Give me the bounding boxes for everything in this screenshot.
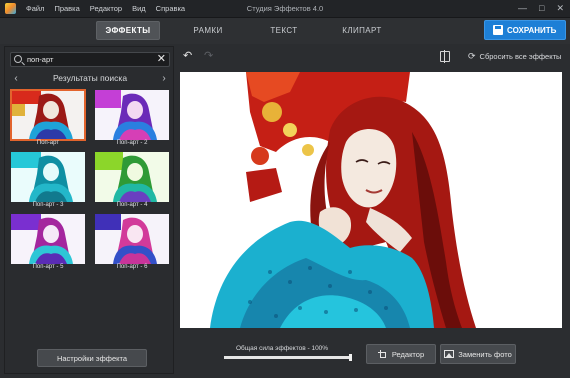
effect-thumbnail[interactable]: Поп-арт - 2	[95, 90, 169, 148]
reset-effects-label: Сбросить все эффекты	[479, 52, 562, 61]
effect-preview-image	[11, 214, 85, 264]
effect-thumbnail[interactable]: Поп-арт	[10, 89, 86, 148]
replace-photo-button[interactable]: Заменить фото	[440, 344, 516, 364]
crop-icon	[377, 349, 387, 359]
editor-button[interactable]: Редактор	[366, 344, 436, 364]
menu-edit[interactable]: Правка	[54, 4, 79, 13]
search-icon	[14, 55, 22, 63]
effect-preview-image	[10, 89, 86, 141]
effect-label: Поп-арт - 6	[116, 264, 148, 270]
clear-search-icon[interactable]: ✕	[157, 52, 166, 66]
window-controls: — □ ✕	[518, 3, 564, 14]
effect-thumbnail[interactable]: Поп-арт - 4	[95, 152, 169, 210]
tab-frames[interactable]: РАМКИ	[180, 21, 236, 40]
editor-button-label: Редактор	[391, 349, 425, 359]
bottom-bar: Общая сила эффектов - 100% Редактор Заме…	[180, 332, 566, 374]
menu-file[interactable]: Файл	[26, 4, 44, 13]
search-input[interactable]	[27, 53, 153, 66]
effect-thumbnail[interactable]: Поп-арт - 3	[11, 152, 85, 210]
edited-photo	[180, 72, 562, 328]
menu-help[interactable]: Справка	[156, 4, 185, 13]
search-box: ✕	[10, 52, 170, 67]
effect-preview-image	[95, 152, 169, 202]
close-icon[interactable]: ✕	[556, 3, 564, 14]
effect-settings-button[interactable]: Настройки эффекта	[37, 349, 147, 367]
menu-view[interactable]: Вид	[132, 4, 146, 13]
title-bar: Файл Правка Редактор Вид Справка Студия …	[0, 0, 570, 18]
effect-preview-image	[95, 214, 169, 264]
redo-icon[interactable]: ↷	[204, 50, 213, 62]
results-header: ‹ Результаты поиска ›	[10, 71, 170, 85]
save-button[interactable]: СОХРАНИТЬ	[484, 20, 566, 40]
slider-handle[interactable]	[349, 354, 352, 361]
replace-photo-label: Заменить фото	[458, 349, 512, 359]
app-logo-icon	[5, 3, 16, 14]
chevron-left-icon[interactable]: ‹	[10, 73, 22, 84]
results-title: Результаты поиска	[52, 73, 128, 83]
maximize-icon[interactable]: □	[539, 3, 544, 14]
effect-label: Поп-арт - 4	[116, 202, 148, 208]
effect-thumbnail[interactable]: Поп-арт - 5	[11, 214, 85, 272]
reset-effects-button[interactable]: ⟳ Сбросить все эффекты	[468, 51, 561, 62]
effect-strength-slider[interactable]	[224, 354, 352, 361]
menu-editor[interactable]: Редактор	[90, 4, 122, 13]
effect-label: Поп-арт	[36, 140, 60, 146]
slider-fill	[224, 356, 352, 359]
effects-panel: ✕ ‹ Результаты поиска › Поп-арт	[4, 46, 174, 374]
image-icon	[444, 350, 455, 358]
effect-label: Поп-арт - 3	[32, 202, 64, 208]
save-button-label: СОХРАНИТЬ	[507, 25, 557, 35]
minimize-icon[interactable]: —	[518, 3, 527, 14]
undo-icon[interactable]: ↶	[183, 50, 192, 62]
photo-canvas[interactable]	[180, 72, 562, 328]
refresh-icon: ⟳	[468, 51, 476, 61]
effect-preview-image	[95, 90, 169, 140]
effect-label: Поп-арт - 2	[116, 140, 148, 146]
tab-text[interactable]: ТЕКСТ	[256, 21, 312, 40]
effect-label: Поп-арт - 5	[32, 264, 64, 270]
effect-strength-label: Общая сила эффектов - 100%	[236, 345, 329, 352]
effect-thumbnail[interactable]: Поп-арт - 6	[95, 214, 169, 272]
tab-effects[interactable]: ЭФФЕКТЫ	[96, 21, 160, 40]
tab-clipart[interactable]: КЛИПАРТ	[332, 21, 392, 40]
save-disk-icon	[493, 25, 503, 35]
chevron-right-icon[interactable]: ›	[158, 73, 170, 84]
compare-before-after-icon[interactable]	[440, 50, 450, 63]
menu-bar: Файл Правка Редактор Вид Справка	[26, 4, 185, 13]
effect-preview-image	[11, 152, 85, 202]
